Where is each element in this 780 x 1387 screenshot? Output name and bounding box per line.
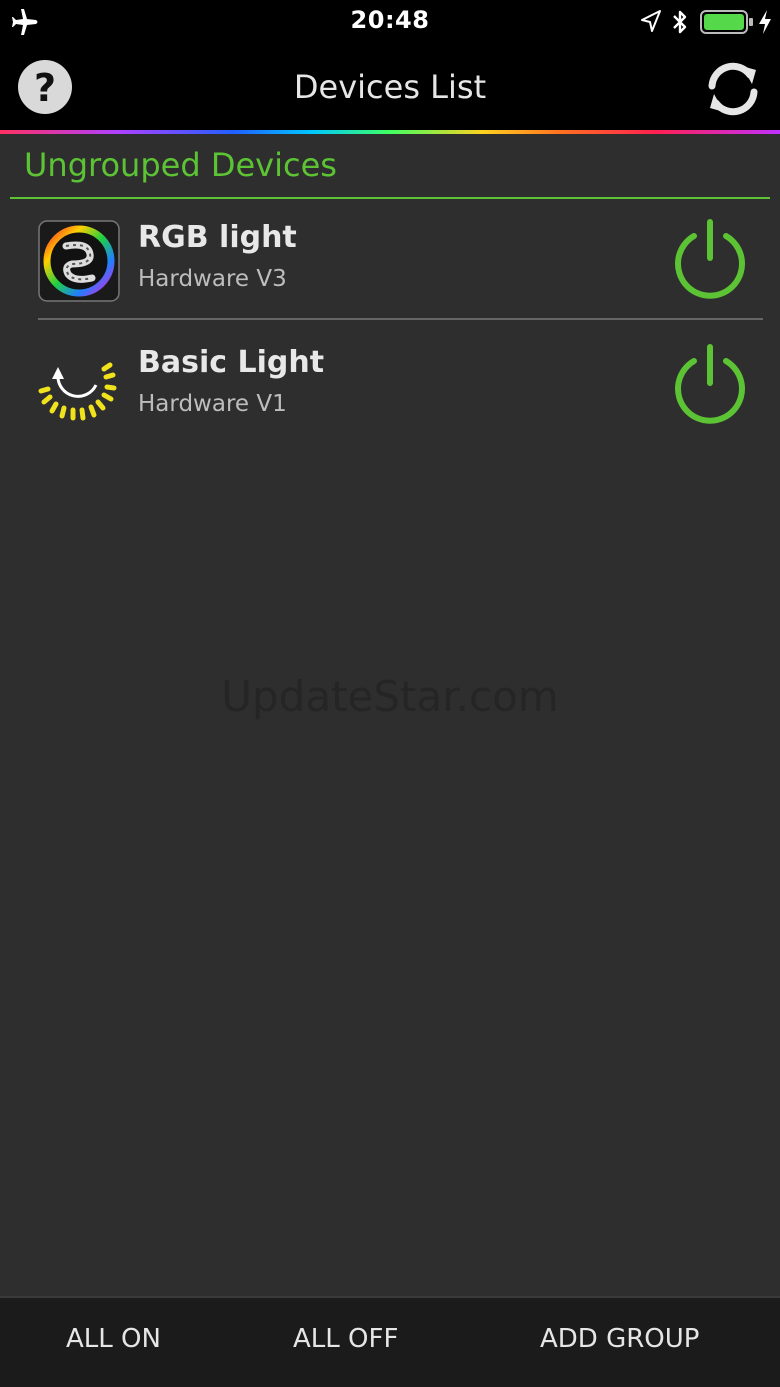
devices-content: Ungrouped Devices RGB light Hardware V3 (0, 134, 780, 1296)
rgb-strip-icon (38, 220, 120, 302)
charging-bolt-icon (759, 10, 771, 34)
location-arrow-icon (641, 10, 661, 32)
all-on-button[interactable]: ALL ON (66, 1324, 161, 1354)
all-off-button[interactable]: ALL OFF (293, 1324, 398, 1354)
status-time: 20:48 (350, 6, 430, 34)
device-hardware: Hardware V3 (138, 266, 287, 292)
device-row-basic-light[interactable]: Basic Light Hardware V1 (0, 323, 780, 433)
bluetooth-icon (673, 10, 687, 34)
watermark: UpdateStar.com (221, 672, 559, 721)
power-button-icon[interactable] (668, 341, 752, 425)
status-bar: 20:48 (0, 0, 780, 44)
group-header[interactable]: Ungrouped Devices (24, 146, 337, 184)
basic-light-icon (38, 362, 117, 421)
device-name: RGB light (138, 220, 297, 255)
power-button-icon[interactable] (668, 216, 752, 300)
battery-icon (700, 10, 753, 34)
device-separator (38, 318, 763, 320)
page-title: Devices List (293, 68, 487, 106)
bottom-toolbar: ALL ON ALL OFF ADD GROUP (0, 1296, 780, 1387)
device-hardware: Hardware V1 (138, 391, 287, 417)
device-name: Basic Light (138, 345, 325, 380)
add-group-button[interactable]: ADD GROUP (540, 1324, 699, 1354)
device-row-rgb-light[interactable]: RGB light Hardware V3 (0, 198, 780, 308)
refresh-icon[interactable] (702, 58, 764, 120)
nav-bar: ? Devices List (0, 44, 780, 130)
